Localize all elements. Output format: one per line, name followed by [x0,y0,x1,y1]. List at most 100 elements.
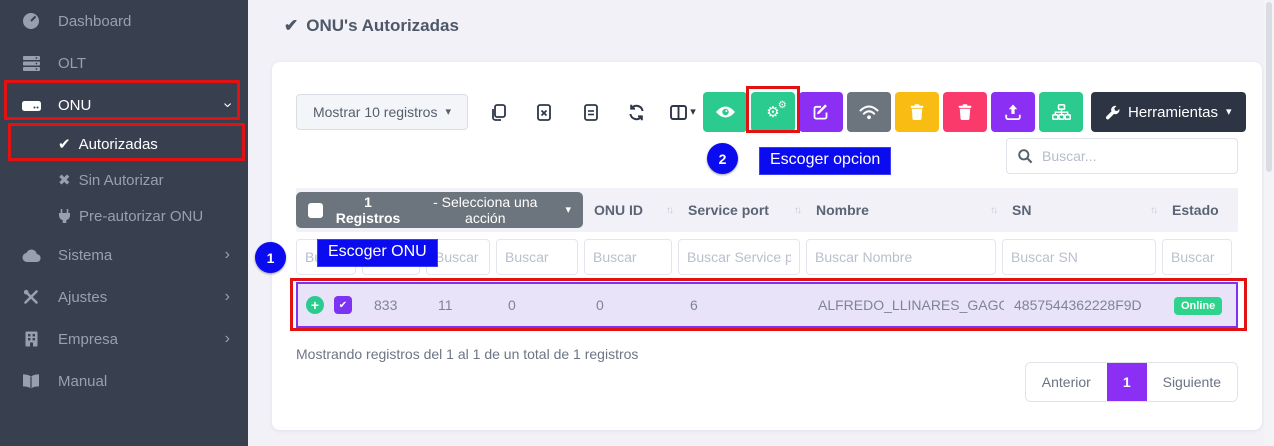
sidebar-subitem-label: Autorizadas [79,136,158,153]
filter-input-service-port[interactable] [678,239,800,275]
cell-nombre: ALFREDO_LLINARES_GAGO [808,297,1004,313]
sidebar-item-ajustes[interactable]: Ajustes › [0,276,248,318]
trash-icon [958,104,972,120]
sidebar-item-label: Sistema [58,247,112,264]
scrollbar-track[interactable] [1264,0,1274,446]
search-input[interactable] [1042,148,1227,164]
wifi-button[interactable] [847,92,891,132]
file-excel-icon [537,104,551,121]
annotation-label-escoger-onu: Escoger ONU [317,239,438,267]
eye-icon [715,105,736,119]
upload-button[interactable] [991,92,1035,132]
sidebar-item-label: Ajustes [58,289,107,306]
column-header-sn[interactable]: SN ↑↓ [1002,202,1162,218]
table-header: 1 Registros - Selecciona una acción ▾ ON… [296,188,1238,232]
book-icon [20,374,42,389]
records-summary: Mostrando registros del 1 al 1 de un tot… [296,346,638,362]
cloud-icon [20,249,42,262]
expand-row-button[interactable]: + [306,296,324,314]
sidebar-item-label: Dashboard [58,13,131,30]
chevron-right-icon: › [225,289,230,305]
sitemap-button[interactable] [1039,92,1083,132]
sitemap-icon [1052,104,1071,120]
configure-button[interactable]: ⚙⚙ [751,92,795,132]
filter-input-onu-id[interactable] [584,239,672,275]
sidebar-item-empresa[interactable]: Empresa › [0,318,248,360]
chevron-down-icon: › [219,102,235,107]
gears-icon: ⚙⚙ [766,105,779,120]
previous-page-button[interactable]: Anterior [1026,363,1107,401]
cell: 833 [364,297,428,313]
table-row[interactable]: + ✔ 833 11 0 0 6 ALFREDO_LLINARES_GAGO 4… [296,282,1238,328]
server-icon [20,55,42,72]
export-buttons: ▾ [478,94,703,130]
edit-button[interactable] [799,92,843,132]
column-visibility-button[interactable]: ▾ [663,94,703,130]
row-checkbox[interactable]: ✔ [334,296,352,314]
column-header-estado[interactable]: Estado [1162,202,1238,218]
edit-icon [813,104,829,120]
column-header-onu-id[interactable]: ONU ID ↑↓ [584,202,678,218]
sort-icon: ↑↓ [794,205,800,216]
plug-icon [58,209,71,223]
cell-estado: Online [1164,296,1240,315]
column-header-nombre[interactable]: Nombre ↑↓ [806,202,1002,218]
sidebar-item-label: OLT [58,55,86,72]
show-entries-dropdown[interactable]: Mostrar 10 registros ▾ [296,94,468,130]
filter-input-estado[interactable] [1162,239,1232,275]
select-all-checkbox[interactable] [308,203,323,218]
status-badge: Online [1174,297,1222,315]
select-action-dropdown[interactable]: 1 Registros - Selecciona una acción ▾ [296,192,583,228]
delete-button[interactable] [895,92,939,132]
search-container [1006,138,1238,174]
refresh-button[interactable] [617,94,657,130]
sidebar-item-pre-autorizar[interactable]: Pre-autorizar ONU [0,198,248,234]
view-button[interactable] [703,92,747,132]
trash-icon [910,104,924,120]
sidebar-item-autorizadas[interactable]: ✔ Autorizadas [0,126,248,162]
caret-down-icon: ▾ [445,107,451,118]
sidebar-item-label: Manual [58,373,107,390]
sidebar: Dashboard OLT ONU › ✔ Autorizadas ✖ Sin … [0,0,248,446]
export-excel-button[interactable] [524,94,564,130]
caret-down-icon: ▾ [690,107,696,118]
cell: 11 [428,297,498,313]
export-file-button[interactable] [571,94,611,130]
filter-input[interactable] [496,239,578,275]
sidebar-item-onu[interactable]: ONU › [0,84,248,126]
sidebar-item-olt[interactable]: OLT [0,42,248,84]
sidebar-item-label: ONU [58,97,91,114]
sidebar-subitem-label: Pre-autorizar ONU [79,208,203,225]
dashboard-icon [20,12,42,30]
check-icon: ✔ [284,16,298,36]
refresh-icon [628,104,645,121]
hdd-icon [20,98,42,113]
sort-icon: ↑↓ [1150,205,1156,216]
sidebar-item-dashboard[interactable]: Dashboard [0,0,248,42]
delete-permanent-button[interactable] [943,92,987,132]
sort-icon: ↑↓ [990,205,996,216]
current-page-button[interactable]: 1 [1107,363,1147,401]
column-header-service-port[interactable]: Service port ↑↓ [678,202,806,218]
annotation-step-1-badge: 1 [255,242,286,273]
building-icon [20,331,42,347]
wifi-icon [859,105,879,120]
columns-icon [670,105,687,120]
sort-icon: ↑↓ [666,205,672,216]
sidebar-item-manual[interactable]: Manual [0,360,248,402]
filter-input-nombre[interactable] [806,239,996,275]
caret-down-icon: ▾ [565,205,571,216]
annotation-label-escoger-opcion: Escoger opcion [759,147,891,175]
sidebar-item-sistema[interactable]: Sistema › [0,234,248,276]
table-toolbar: Mostrar 10 registros ▾ [296,92,1246,132]
next-page-button[interactable]: Siguiente [1147,363,1237,401]
tools-dropdown[interactable]: Herramientas ▾ [1091,92,1246,132]
filter-input-sn[interactable] [1002,239,1156,275]
pagination: Anterior 1 Siguiente [1025,362,1238,402]
sidebar-subitem-label: Sin Autorizar [79,172,164,189]
check-icon: ✔ [58,135,71,153]
copy-button[interactable] [478,94,518,130]
scrollbar-thumb[interactable] [1266,2,1272,172]
tools-icon [20,289,42,305]
sidebar-item-sin-autorizar[interactable]: ✖ Sin Autorizar [0,162,248,198]
